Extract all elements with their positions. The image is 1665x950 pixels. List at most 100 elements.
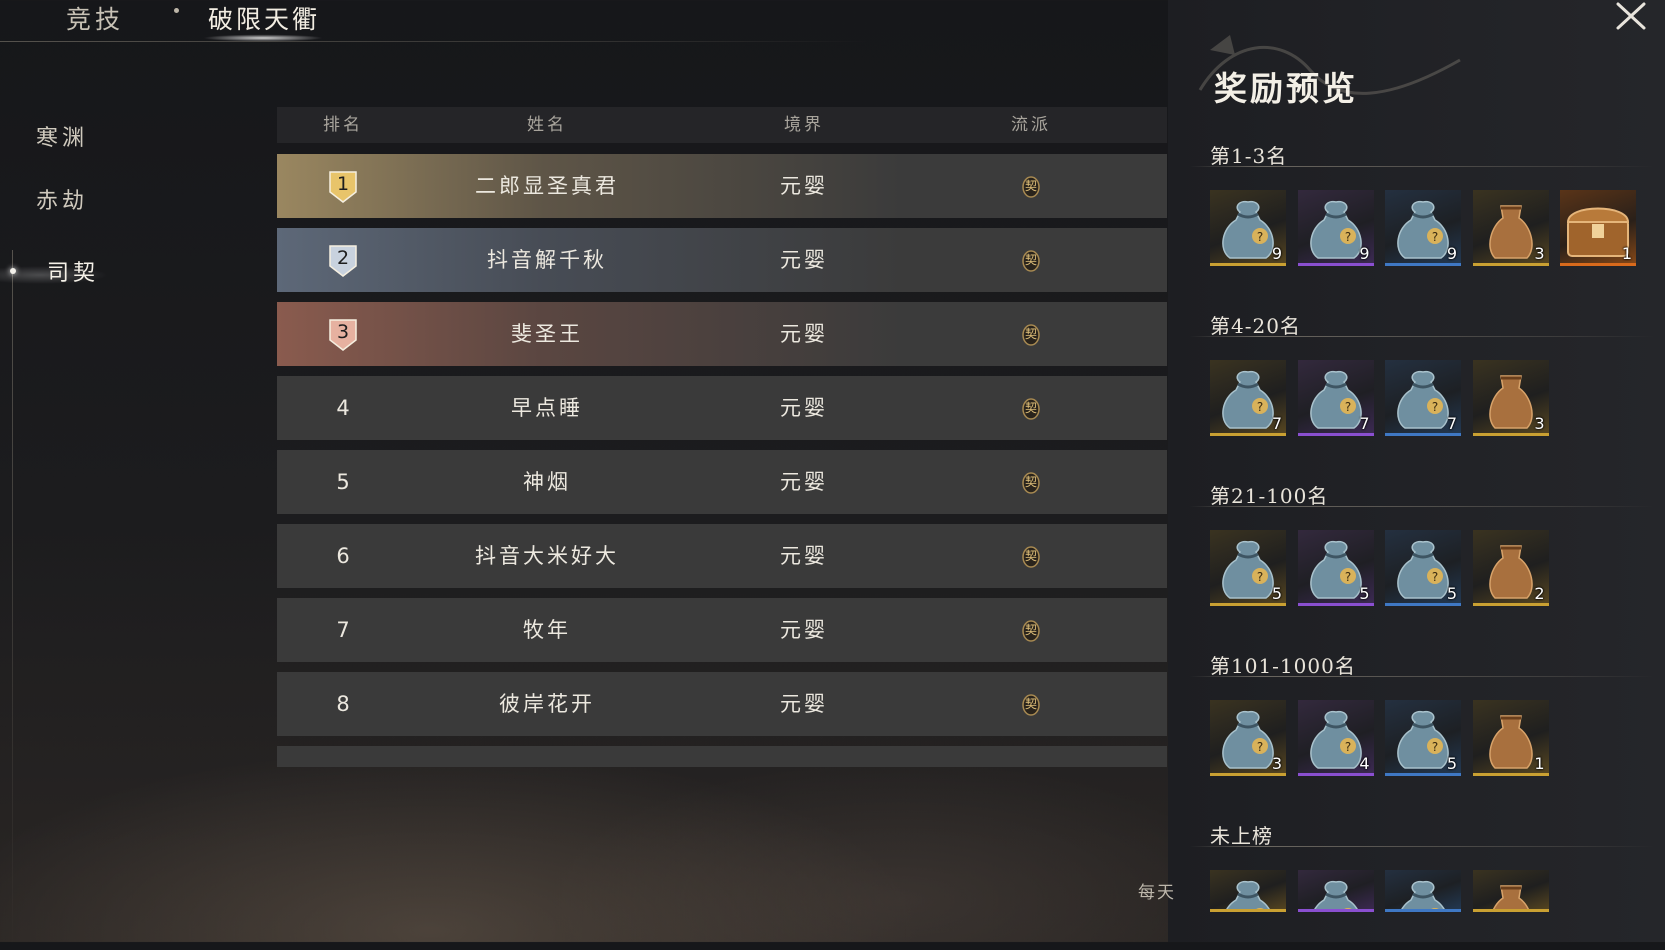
reward-item[interactable]: [1472, 870, 1549, 912]
quality-strip: [1210, 773, 1286, 776]
svg-text:?: ?: [1432, 570, 1438, 584]
reward-tier-label: 未上榜: [1210, 824, 1273, 848]
tab-polimit-tianqu[interactable]: 破限天衢: [208, 0, 320, 36]
close-button[interactable]: [1612, 2, 1650, 30]
svg-text:?: ?: [1344, 740, 1350, 754]
quality-strip: [1472, 263, 1549, 266]
quality-strip: [1210, 263, 1286, 266]
close-icon: [1616, 2, 1646, 30]
school-label: 契: [1024, 475, 1037, 489]
player-realm: 元婴: [780, 248, 828, 272]
reward-tier-divider: [1190, 676, 1655, 677]
reward-preview-title: 奖励预览: [1214, 69, 1358, 108]
table-row[interactable]: 7 牧年 元婴 契: [277, 598, 1167, 662]
reward-item[interactable]: ?: [1297, 870, 1374, 912]
table-row[interactable]: 8 彼岸花开 元婴 契: [277, 672, 1167, 736]
table-row[interactable]: 6 抖音大米好大 元婴 契: [277, 524, 1167, 588]
item-count: 7: [1446, 414, 1457, 433]
rank-number: 1: [336, 173, 350, 195]
reward-item[interactable]: ? 3: [1210, 700, 1286, 776]
svg-text:?: ?: [1344, 230, 1350, 244]
school-emblem-icon: 契: [1020, 544, 1042, 568]
tab-arena[interactable]: 竞技: [66, 0, 124, 36]
quality-strip: [1385, 263, 1461, 266]
reward-item[interactable]: 3: [1472, 190, 1549, 266]
school-label: 契: [1024, 327, 1037, 341]
header-rank: 排名: [323, 115, 363, 135]
table-row[interactable]: 3 斐圣王 元婴 契: [277, 302, 1167, 366]
svg-text:?: ?: [1432, 740, 1438, 754]
player-name: 抖音解千秋: [487, 248, 607, 272]
sidebar-item-siqi[interactable]: 司契: [47, 255, 99, 287]
reward-item[interactable]: ?: [1385, 870, 1461, 912]
reward-item[interactable]: ? 9: [1297, 190, 1374, 266]
player-name: 牧年: [523, 618, 571, 642]
item-count: 2: [1534, 584, 1545, 603]
rank-number: 5: [336, 470, 350, 494]
item-count: 3: [1534, 244, 1545, 263]
rank-number: 2: [336, 247, 350, 269]
school-label: 契: [1024, 697, 1037, 711]
quality-strip: [1385, 603, 1461, 606]
header-realm: 境界: [784, 115, 824, 135]
reward-item[interactable]: ? 9: [1385, 190, 1461, 266]
quality-strip: [1385, 773, 1461, 776]
reward-item[interactable]: ? 9: [1210, 190, 1286, 266]
rank-badge-icon: 2: [328, 244, 358, 278]
svg-text:?: ?: [1432, 400, 1438, 414]
reward-item[interactable]: ? 7: [1297, 360, 1374, 436]
sidebar-item-chijie[interactable]: 赤劫: [36, 183, 88, 215]
top-bar-divider: [0, 41, 870, 42]
reward-tier-divider: [1190, 846, 1655, 847]
quality-strip: [1472, 909, 1549, 912]
pouch-icon: ?: [1399, 880, 1447, 912]
player-name: 斐圣王: [511, 322, 583, 346]
item-count: 1: [1621, 244, 1632, 263]
reward-item[interactable]: 1: [1472, 700, 1549, 776]
school-emblem-icon: 契: [1020, 248, 1042, 272]
reward-item[interactable]: ? 5: [1385, 700, 1461, 776]
rank-number: 8: [336, 692, 350, 716]
player-name: 早点睡: [511, 396, 583, 420]
reward-item[interactable]: ? 7: [1210, 360, 1286, 436]
reward-item[interactable]: 3: [1472, 360, 1549, 436]
rank-badge-icon: 3: [328, 318, 358, 352]
reward-tier-label: 第101-1000名: [1210, 654, 1356, 678]
reward-tier-label: 第4-20名: [1210, 314, 1301, 338]
reward-item[interactable]: ? 7: [1385, 360, 1461, 436]
school-label: 契: [1024, 179, 1037, 193]
item-count: 4: [1359, 754, 1370, 773]
quality-strip: [1297, 603, 1374, 606]
quality-strip: [1297, 263, 1374, 266]
reward-item[interactable]: ? 5: [1385, 530, 1461, 606]
reward-item[interactable]: ? 5: [1210, 530, 1286, 606]
table-row[interactable]: 4 早点睡 元婴 契: [277, 376, 1167, 440]
player-realm: 元婴: [780, 544, 828, 568]
quality-strip: [1210, 603, 1286, 606]
reward-item[interactable]: 2: [1472, 530, 1549, 606]
svg-text:?: ?: [1257, 400, 1263, 414]
reward-tier-label: 第21-100名: [1210, 484, 1329, 508]
rank-badge-icon: 1: [328, 170, 358, 204]
breadcrumb-separator: [174, 8, 179, 13]
table-row[interactable]: 2 抖音解千秋 元婴 契: [277, 228, 1167, 292]
school-label: 契: [1024, 401, 1037, 415]
ranking-table: 排名 姓名 境界 流派 1 二郎显圣真君 元婴契 2 抖音解千秋 元婴契 3 斐圣王 元婴契 4 早…: [277, 107, 1167, 767]
item-count: 5: [1446, 584, 1457, 603]
quality-strip: [1472, 433, 1549, 436]
svg-text:?: ?: [1432, 230, 1438, 244]
rank-number: 4: [336, 396, 350, 420]
table-row[interactable]: 1 二郎显圣真君 元婴 契: [277, 154, 1167, 218]
reward-item[interactable]: ? 5: [1297, 530, 1374, 606]
reward-item[interactable]: 1: [1560, 190, 1636, 266]
school-emblem-icon: 契: [1020, 618, 1042, 642]
table-row[interactable]: 5 神烟 元婴 契: [277, 450, 1167, 514]
sidebar-item-hanyuan[interactable]: 寒渊: [36, 120, 88, 152]
reward-item[interactable]: ? 4: [1297, 700, 1374, 776]
reward-tier-label: 第1-3名: [1210, 144, 1288, 168]
item-count: 5: [1359, 584, 1370, 603]
reward-item[interactable]: ?: [1210, 870, 1286, 912]
player-name: 二郎显圣真君: [475, 174, 619, 198]
reward-tier-divider: [1190, 166, 1655, 167]
table-row[interactable]: [277, 746, 1167, 767]
